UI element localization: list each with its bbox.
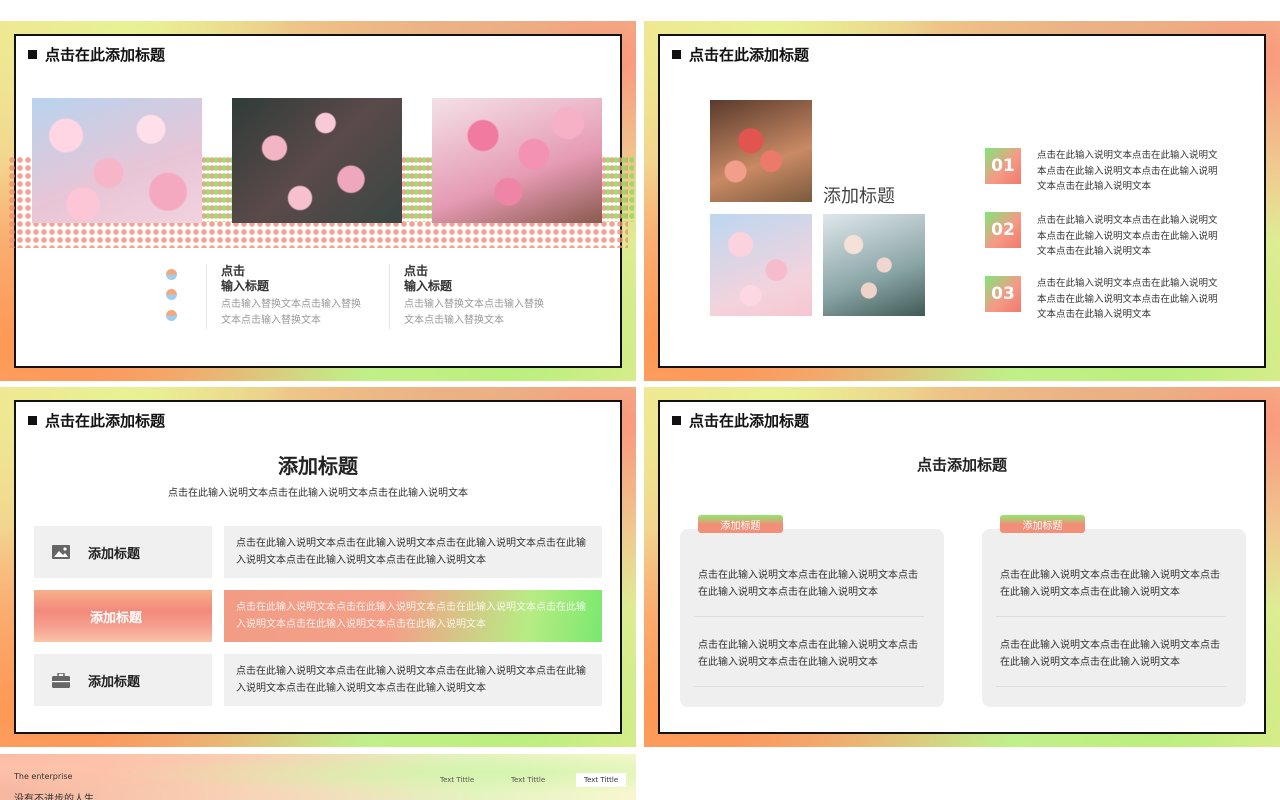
- row-text: 点击在此输入说明文本点击在此输入说明文本点击在此输入说明文本点击在此输入说明文本…: [224, 654, 602, 706]
- info-card[interactable]: 点击在此输入说明文本点击在此输入说明文本点击在此输入说明文本点击在此输入说明文本…: [680, 529, 944, 707]
- section-subheading: 点击在此输入说明文本点击在此输入说明文本点击在此输入说明文本: [168, 488, 468, 499]
- title-square-icon: [28, 50, 37, 59]
- blossom-photo: [232, 98, 402, 223]
- number-badge: 02: [985, 212, 1021, 248]
- item-heading-line2: 输入标题: [221, 279, 270, 293]
- number-badge: 03: [985, 276, 1021, 312]
- card-divider: [694, 616, 924, 617]
- blossom-photo: [710, 214, 812, 316]
- card-entry: 点击在此输入说明文本点击在此输入说明文本点击在此输入说明文本点击在此输入说明文本: [698, 640, 918, 668]
- nav-tab[interactable]: Text Tittle: [440, 776, 474, 784]
- title-square-icon: [672, 50, 681, 59]
- row-label-text: 添加标题: [90, 610, 143, 626]
- slide-title-text: 点击在此添加标题: [689, 46, 810, 64]
- slide-1-frame: 点击在此添加标题 点击 输入标题 点击输入替换文本点击输入替换文本点击输入替换文…: [8, 34, 634, 368]
- section-heading: 添加标题: [278, 454, 358, 478]
- card-entry: 点击在此输入说明文本点击在此输入说明文本点击在此输入说明文本点击在此输入说明文本: [1000, 640, 1220, 668]
- slide-title: 点击在此添加标题: [672, 410, 809, 431]
- section-heading: 点击添加标题: [916, 456, 1007, 474]
- row-label[interactable]: 添加标题: [34, 654, 212, 706]
- slide-title-text: 点击在此添加标题: [689, 412, 810, 430]
- slide-title: 点击在此添加标题: [28, 410, 165, 431]
- legend-dot: [166, 269, 177, 280]
- slide-5[interactable]: The enterprise 没有不进步的人生, Text Tittle Tex…: [0, 754, 636, 800]
- row-label[interactable]: 添加标题: [34, 526, 212, 578]
- item-text: 点击在此输入说明文本点击在此输入说明文本点击在此输入说明文本点击在此输入说明文本…: [1037, 150, 1218, 192]
- title-square-icon: [672, 416, 681, 425]
- card-divider: [996, 616, 1226, 617]
- company-name: The enterprise: [14, 772, 73, 781]
- legend-dot: [166, 289, 177, 300]
- tagline: 没有不进步的人生,: [14, 794, 98, 800]
- nav-tab[interactable]: Text Tittle: [511, 776, 545, 784]
- slide-2[interactable]: 点击在此添加标题 添加标题 01 点击在此输入说明文本点击在此输入说明文本点击在…: [644, 21, 1280, 381]
- slide-grid: 点击在此添加标题 点击 输入标题 点击输入替换文本点击输入替换文本点击输入替换文…: [0, 0, 1280, 800]
- card-divider: [996, 686, 1226, 687]
- slide-3-frame: 点击在此添加标题 添加标题 点击在此输入说明文本点击在此输入说明文本点击在此输入…: [14, 400, 622, 734]
- item-heading-line1: 点击: [221, 264, 246, 278]
- dot-pattern-green: [196, 156, 236, 222]
- title-square-icon: [28, 416, 37, 425]
- blossom-photo: [710, 100, 812, 202]
- blossom-photo: [823, 214, 925, 316]
- card-tag: 添加标题: [698, 515, 783, 533]
- number-badge: 01: [985, 148, 1021, 184]
- slide-2-frame: 点击在此添加标题 添加标题 01 点击在此输入说明文本点击在此输入说明文本点击在…: [658, 34, 1266, 368]
- info-card[interactable]: 点击在此输入说明文本点击在此输入说明文本点击在此输入说明文本点击在此输入说明文本…: [982, 529, 1246, 707]
- item-text: 点击在此输入说明文本点击在此输入说明文本点击在此输入说明文本点击在此输入说明文本…: [1037, 215, 1218, 257]
- blossom-photo: [32, 98, 202, 223]
- slide-1[interactable]: 点击在此添加标题 点击 输入标题 点击输入替换文本点击输入替换文本点击输入替换文…: [0, 21, 636, 381]
- image-icon: [52, 545, 70, 559]
- slide-title: 点击在此添加标题: [672, 44, 809, 65]
- item-body: 点击输入替换文本点击输入替换文本点击输入替换文本: [221, 299, 361, 326]
- slide-4-frame: 点击在此添加标题 点击添加标题 点击在此输入说明文本点击在此输入说明文本点击在此…: [658, 400, 1266, 734]
- card-divider: [694, 686, 924, 687]
- row-text: 点击在此输入说明文本点击在此输入说明文本点击在此输入说明文本点击在此输入说明文本…: [224, 526, 602, 578]
- blossom-photo: [432, 98, 602, 223]
- item-text: 点击在此输入说明文本点击在此输入说明文本点击在此输入说明文本点击在此输入说明文本…: [1037, 278, 1218, 320]
- row-label-text: 添加标题: [88, 674, 141, 690]
- legend-dot: [166, 310, 177, 321]
- item-body: 点击输入替换文本点击输入替换文本点击输入替换文本: [404, 299, 544, 326]
- center-title: 添加标题: [823, 186, 895, 207]
- slide-title-text: 点击在此添加标题: [45, 46, 166, 64]
- row-label-text: 添加标题: [88, 546, 141, 562]
- card-tag: 添加标题: [1000, 515, 1085, 533]
- row-label-active[interactable]: 添加标题: [34, 590, 212, 642]
- slide-4[interactable]: 点击在此添加标题 点击添加标题 点击在此输入说明文本点击在此输入说明文本点击在此…: [644, 387, 1280, 747]
- text-item[interactable]: 点击 输入标题 点击输入替换文本点击输入替换文本点击输入替换文本: [389, 264, 549, 329]
- card-entry: 点击在此输入说明文本点击在此输入说明文本点击在此输入说明文本点击在此输入说明文本: [1000, 570, 1220, 598]
- item-heading-line1: 点击: [404, 264, 429, 278]
- slide-title: 点击在此添加标题: [28, 44, 165, 65]
- briefcase-icon: [52, 672, 70, 688]
- row-text-active: 点击在此输入说明文本点击在此输入说明文本点击在此输入说明文本点击在此输入说明文本…: [224, 590, 602, 642]
- text-item[interactable]: 点击 输入标题 点击输入替换文本点击输入替换文本点击输入替换文本: [206, 264, 366, 329]
- item-heading-line2: 输入标题: [404, 279, 453, 293]
- nav-tab-active[interactable]: Text Tittle: [576, 773, 627, 787]
- card-entry: 点击在此输入说明文本点击在此输入说明文本点击在此输入说明文本点击在此输入说明文本: [698, 570, 918, 598]
- slide-3[interactable]: 点击在此添加标题 添加标题 点击在此输入说明文本点击在此输入说明文本点击在此输入…: [0, 387, 636, 747]
- dot-pattern-green: [604, 156, 634, 222]
- slide-title-text: 点击在此添加标题: [45, 412, 166, 430]
